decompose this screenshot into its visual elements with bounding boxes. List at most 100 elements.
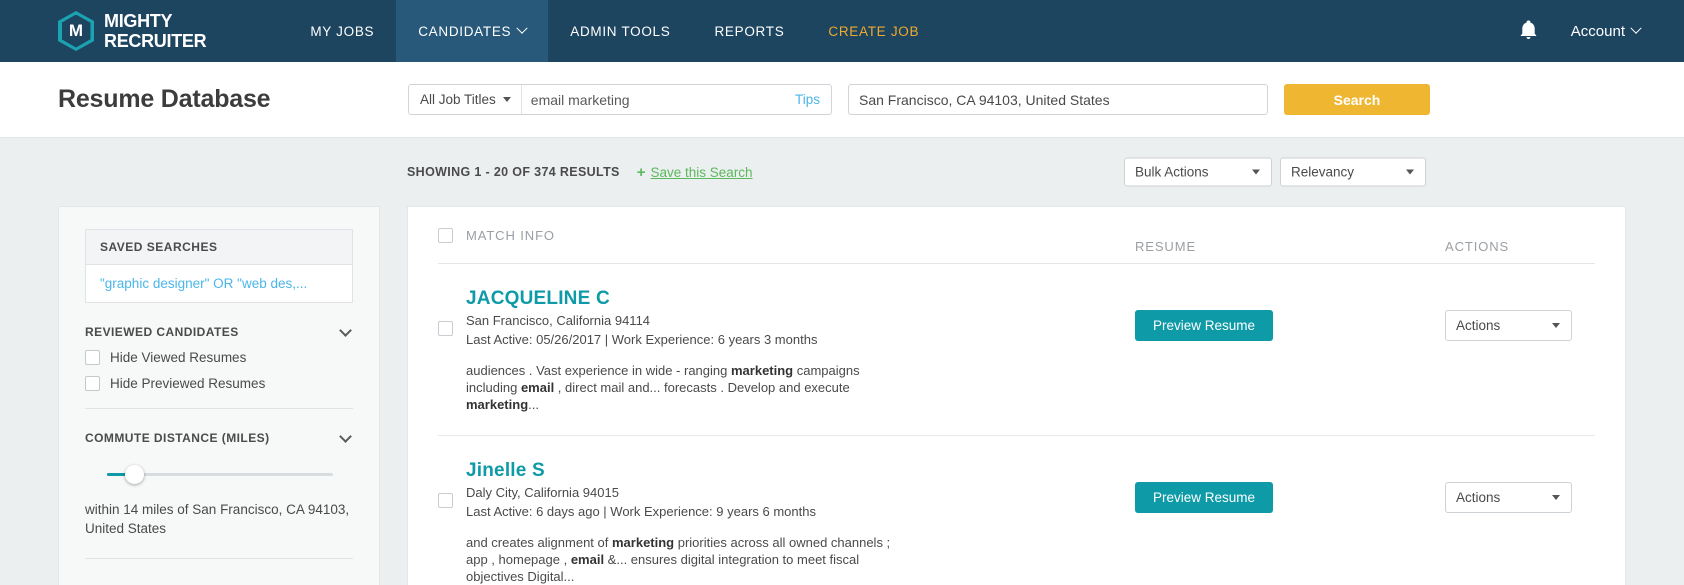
chevron-down-icon <box>339 323 352 337</box>
chevron-down-icon <box>1552 323 1560 328</box>
content-columns: SAVED SEARCHES "graphic designer" OR "we… <box>0 206 1684 585</box>
reviewed-candidates-filter-header[interactable]: REVIEWED CANDIDATES <box>85 323 353 339</box>
account-menu[interactable]: Account <box>1570 22 1642 40</box>
nav-item-label: CANDIDATES <box>418 23 512 39</box>
sort-label: Relevancy <box>1291 164 1355 180</box>
tips-label: Tips <box>794 92 820 107</box>
sort-select[interactable]: Relevancy <box>1280 157 1426 187</box>
nav-item-candidates[interactable]: CANDIDATES <box>396 0 549 62</box>
saved-search-item[interactable]: "graphic designer" OR "web des,... <box>86 265 352 302</box>
save-this-search-button[interactable]: + Save this Search <box>637 164 753 181</box>
filter-hide-previewed-resumes[interactable]: Hide Previewed Resumes <box>85 376 353 391</box>
actions-cell: Actions <box>1445 460 1595 513</box>
top-navigation-bar: M MIGHTY RECRUITER MY JOBS CANDIDATES AD… <box>0 0 1684 62</box>
saved-searches-panel: SAVED SEARCHES "graphic designer" OR "we… <box>85 229 353 303</box>
chevron-down-icon <box>1406 169 1414 175</box>
nav-item-reports[interactable]: REPORTS <box>692 0 806 62</box>
row-select-cell <box>438 288 466 336</box>
saved-searches-title: SAVED SEARCHES <box>86 230 352 265</box>
bulk-actions-label: Bulk Actions <box>1135 164 1209 180</box>
commute-distance-filter-header[interactable]: COMMUTE DISTANCE (MILES) <box>85 429 353 445</box>
job-titles-label: All Job Titles <box>420 92 496 107</box>
chevron-down-icon <box>1252 169 1260 175</box>
save-this-search-label: Save this Search <box>650 164 753 180</box>
candidate-name-link[interactable]: JACQUELINE C <box>466 288 1135 310</box>
candidate-name-link[interactable]: Jinelle S <box>466 460 1135 482</box>
results-count: SHOWING 1 - 20 OF 374 RESULTS <box>407 165 620 179</box>
row-checkbox[interactable] <box>438 493 453 508</box>
actions-dropdown[interactable]: Actions <box>1445 310 1572 341</box>
brand-logo[interactable]: M MIGHTY RECRUITER <box>58 0 207 62</box>
sidebar-divider <box>85 558 353 559</box>
bell-icon[interactable] <box>1520 20 1537 43</box>
nav-items: MY JOBS CANDIDATES ADMIN TOOLS REPORTS C… <box>288 0 941 62</box>
chevron-down-icon <box>1630 22 1642 34</box>
nav-item-label: REPORTS <box>714 23 785 39</box>
checkbox-icon[interactable] <box>85 350 100 365</box>
match-info-cell: JACQUELINE C San Francisco, California 9… <box>466 288 1135 413</box>
match-info-cell: Jinelle S Daly City, California 94015 La… <box>466 460 1135 585</box>
page-body: SHOWING 1 - 20 OF 374 RESULTS + Save thi… <box>0 138 1684 585</box>
results-panel: MATCH INFO RESUME ACTIONS JACQUELINE C S… <box>407 206 1626 585</box>
candidate-snippet: audiences . Vast experience in wide - ra… <box>466 363 860 412</box>
brand-line-1: MIGHTY <box>104 11 173 31</box>
nav-right-group: Account <box>1520 0 1642 62</box>
location-search-input[interactable] <box>848 84 1268 115</box>
commute-distance-title: COMMUTE DISTANCE (MILES) <box>85 431 270 445</box>
filter-label: Hide Previewed Resumes <box>110 376 266 391</box>
chevron-down-icon <box>516 22 528 34</box>
search-button[interactable]: Search <box>1284 84 1430 115</box>
resume-cell: Preview Resume <box>1135 460 1445 513</box>
candidate-snippet: and creates alignment of marketing prior… <box>466 535 891 584</box>
search-bar: Resume Database All Job Titles Tips Sear… <box>0 62 1684 138</box>
job-titles-dropdown[interactable]: All Job Titles <box>409 85 522 114</box>
keyword-search-group: All Job Titles Tips <box>408 84 832 115</box>
nav-item-label: ADMIN TOOLS <box>570 23 671 39</box>
results-summary-strip: SHOWING 1 - 20 OF 374 RESULTS + Save thi… <box>0 138 1684 206</box>
preview-resume-button[interactable]: Preview Resume <box>1135 310 1274 341</box>
mighty-recruiter-logo-icon: M <box>58 11 94 51</box>
filter-label: Hide Viewed Resumes <box>110 350 247 365</box>
bulk-actions-select[interactable]: Bulk Actions <box>1124 157 1272 187</box>
chevron-down-icon <box>339 429 352 443</box>
results-controls: Bulk Actions Relevancy <box>1124 157 1426 187</box>
commute-distance-slider[interactable] <box>85 465 353 485</box>
nav-item-label: MY JOBS <box>310 23 375 39</box>
candidate-location: Daly City, California 94015 <box>466 485 619 500</box>
nav-item-admin-tools[interactable]: ADMIN TOOLS <box>548 0 692 62</box>
row-checkbox[interactable] <box>438 321 453 336</box>
actions-dropdown[interactable]: Actions <box>1445 482 1572 513</box>
filters-sidebar: SAVED SEARCHES "graphic designer" OR "we… <box>58 206 380 585</box>
logo-monogram: M <box>61 14 91 48</box>
column-header-match-info: MATCH INFO <box>466 227 555 243</box>
keyword-search-input[interactable] <box>521 85 795 114</box>
table-row: JACQUELINE C San Francisco, California 9… <box>438 264 1595 436</box>
row-select-cell <box>438 460 466 508</box>
select-all-checkbox[interactable] <box>438 227 453 243</box>
commute-distance-caption: within 14 miles of San Francisco, CA 941… <box>85 502 350 536</box>
checkbox-icon[interactable] <box>85 376 100 391</box>
filter-hide-viewed-resumes[interactable]: Hide Viewed Resumes <box>85 350 353 365</box>
nav-item-my-jobs[interactable]: MY JOBS <box>288 0 396 62</box>
candidate-meta: Last Active: 6 days ago | Work Experienc… <box>466 504 816 519</box>
account-label: Account <box>1570 22 1625 40</box>
tips-link[interactable]: Tips <box>795 85 831 114</box>
table-row: Jinelle S Daly City, California 94015 La… <box>438 436 1595 585</box>
nav-item-label: CREATE JOB <box>828 23 920 39</box>
nav-item-create-job[interactable]: CREATE JOB <box>806 0 941 62</box>
brand-line-2: RECRUITER <box>104 31 207 51</box>
select-all-cell <box>438 227 466 243</box>
actions-cell: Actions <box>1445 288 1595 341</box>
sidebar-divider <box>85 408 353 409</box>
chevron-down-icon <box>1552 495 1560 500</box>
plus-icon: + <box>636 163 646 181</box>
reviewed-candidates-title: REVIEWED CANDIDATES <box>85 325 239 339</box>
preview-resume-button[interactable]: Preview Resume <box>1135 482 1274 513</box>
column-header-resume: RESUME <box>1135 238 1197 254</box>
resume-cell: Preview Resume <box>1135 288 1445 341</box>
chevron-down-icon <box>502 97 511 102</box>
slider-handle[interactable] <box>125 465 144 484</box>
actions-label: Actions <box>1456 490 1501 505</box>
brand-wordmark: MIGHTY RECRUITER <box>104 11 207 51</box>
candidate-meta: Last Active: 05/26/2017 | Work Experienc… <box>466 332 818 347</box>
